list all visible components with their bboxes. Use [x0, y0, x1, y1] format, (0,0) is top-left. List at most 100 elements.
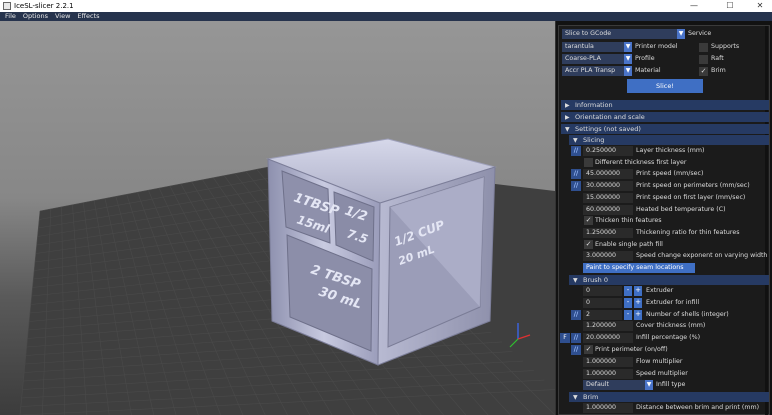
value-field[interactable]: 1.000000: [583, 368, 633, 379]
value-field[interactable]: 2: [583, 309, 622, 320]
slicing-row: ✓ Enable single path fill: [559, 239, 771, 250]
setting-label: Thickening ratio for thin features: [636, 228, 740, 236]
brim-row: 1.000000 Distance between brim and print …: [559, 403, 771, 413]
supports-label: Supports: [711, 43, 740, 50]
value-field[interactable]: 0.250000: [583, 146, 633, 156]
triangle-down-icon: ▼: [565, 126, 570, 133]
setting-label: Print speed on perimeters (mm/sec): [636, 182, 750, 190]
link-toggle-button[interactable]: //: [571, 181, 581, 192]
profile-label: Profile: [635, 55, 655, 62]
printer-model-select[interactable]: tarantula ▼: [562, 42, 632, 52]
supports-checkbox[interactable]: [699, 43, 708, 52]
setting-label: Number of shells (integer): [646, 310, 729, 318]
information-header[interactable]: ▶ Information: [561, 100, 769, 110]
settings-panel: Slice to GCode ▼ Service tarantula ▼ Pri…: [555, 21, 772, 415]
setting-label: Speed change exponent on varying width: [636, 252, 768, 260]
formula-button[interactable]: F: [560, 333, 570, 344]
menu-bar: File Options View Effects: [0, 12, 772, 21]
slicing-row: 60.000000 Heated bed temperature (C): [559, 204, 771, 215]
raft-label: Raft: [711, 55, 724, 62]
setting-label: Thicken thin features: [595, 217, 662, 225]
settings-header[interactable]: ▼ Settings (not saved): [561, 124, 769, 134]
value-field[interactable]: 20.000000: [583, 333, 633, 344]
slicing-row: 3.000000 Speed change exponent on varying…: [559, 251, 771, 262]
slicing-row: 15.000000 Print speed on first layer (mm/…: [559, 192, 771, 203]
setting-label: Heated bed temperature (C): [636, 205, 726, 213]
value-field[interactable]: 1.000000: [583, 403, 633, 413]
material-value: Accr PLA Transp: [565, 67, 616, 74]
link-toggle-button[interactable]: //: [571, 309, 581, 320]
close-button[interactable]: ✕: [748, 0, 772, 12]
chevron-down-icon: ▼: [677, 29, 685, 39]
increment-button[interactable]: +: [634, 297, 642, 308]
setting-label: Extruder: [646, 287, 674, 294]
brush-row: 1.200000 Cover thickness (mm): [559, 321, 771, 332]
increment-button[interactable]: +: [634, 309, 642, 320]
value-field[interactable]: 1.200000: [583, 321, 633, 332]
brush-row: //✓ Print perimeter (on/off): [559, 345, 771, 355]
raft-checkbox[interactable]: [699, 55, 708, 64]
setting-label: Speed multiplier: [636, 369, 688, 377]
profile-select[interactable]: Coarse-PLA ▼: [562, 54, 632, 64]
triangle-right-icon: ▶: [565, 102, 570, 109]
chevron-down-icon: ▼: [645, 380, 653, 391]
link-toggle-button[interactable]: //: [571, 169, 581, 180]
brim-header[interactable]: ▼ Brim: [569, 392, 769, 402]
brush-row: 1.000000 Speed multiplier: [559, 368, 771, 379]
setting-label: Print perimeter (on/off): [595, 346, 668, 353]
link-toggle-button[interactable]: //: [571, 146, 581, 156]
value-field[interactable]: 45.000000: [583, 169, 633, 180]
service-label: Service: [688, 30, 712, 37]
menu-view[interactable]: View: [55, 12, 70, 21]
brim-section-label: Brim: [583, 393, 599, 401]
setting-label: Extruder for infill: [646, 298, 700, 306]
option-checkbox[interactable]: ✓: [584, 216, 593, 226]
decrement-button[interactable]: -: [624, 309, 632, 320]
minimize-button[interactable]: —: [682, 0, 706, 12]
value-field[interactable]: 60.000000: [583, 204, 633, 215]
value-field[interactable]: 15.000000: [583, 192, 633, 203]
value-field[interactable]: 0: [583, 286, 622, 296]
link-toggle-button[interactable]: //: [571, 345, 581, 355]
decrement-button[interactable]: -: [624, 297, 632, 308]
value-field[interactable]: 1.250000: [583, 227, 633, 238]
infill-type-select[interactable]: Default ▼: [583, 380, 653, 391]
maximize-button[interactable]: ☐: [718, 0, 742, 12]
setting-label: Print speed on first layer (mm/sec): [636, 193, 746, 201]
decrement-button[interactable]: -: [624, 286, 632, 296]
scene-svg: 1TBSP 15ml 1/2 7.5 2 TBSP 30 mL 1/2 CUP …: [19, 138, 555, 415]
title-bar: IceSL-slicer 2.2.1 — ☐ ✕: [0, 0, 772, 12]
slicing-header[interactable]: ▼ Slicing: [569, 135, 769, 145]
value-field[interactable]: 30.000000: [583, 181, 633, 192]
option-checkbox[interactable]: ✓: [584, 239, 593, 249]
brim-checkbox[interactable]: ✓: [699, 67, 708, 76]
value-field[interactable]: 0: [583, 297, 622, 308]
triangle-right-icon: ▶: [565, 114, 570, 121]
menu-options[interactable]: Options: [23, 12, 48, 21]
link-toggle-button[interactable]: //: [571, 333, 581, 344]
window-title: IceSL-slicer 2.2.1: [14, 2, 74, 10]
information-label: Information: [575, 101, 613, 109]
3d-viewport[interactable]: 1TBSP 15ml 1/2 7.5 2 TBSP 30 mL 1/2 CUP …: [0, 21, 555, 415]
slicing-row: Different thickness first layer: [559, 157, 771, 168]
brush-header[interactable]: ▼ Brush 0: [569, 275, 769, 285]
setting-label: Layer thickness (mm): [636, 147, 705, 154]
printer-model-label: Printer model: [635, 43, 678, 50]
slice-mode-select[interactable]: Slice to GCode ▼: [562, 29, 685, 39]
slice-button[interactable]: Slice!: [627, 79, 703, 93]
app-icon: [3, 2, 11, 10]
setting-label: Enable single path fill: [595, 240, 663, 248]
increment-button[interactable]: +: [634, 286, 642, 296]
value-field[interactable]: 3.000000: [583, 251, 633, 262]
material-select[interactable]: Accr PLA Transp ▼: [562, 66, 632, 76]
option-checkbox[interactable]: [584, 157, 593, 167]
menu-effects[interactable]: Effects: [77, 12, 99, 21]
paint-seam-button[interactable]: Paint to specify seam locations: [583, 263, 695, 273]
slicing-row: 1.250000 Thickening ratio for thin featur…: [559, 227, 771, 238]
orientation-header[interactable]: ▶ Orientation and scale: [561, 112, 769, 122]
material-label: Material: [635, 67, 661, 74]
menu-file[interactable]: File: [5, 12, 16, 21]
brush-row: 0- + Extruder for infill: [559, 297, 771, 308]
value-field[interactable]: 1.000000: [583, 356, 633, 367]
option-checkbox[interactable]: ✓: [584, 345, 593, 354]
